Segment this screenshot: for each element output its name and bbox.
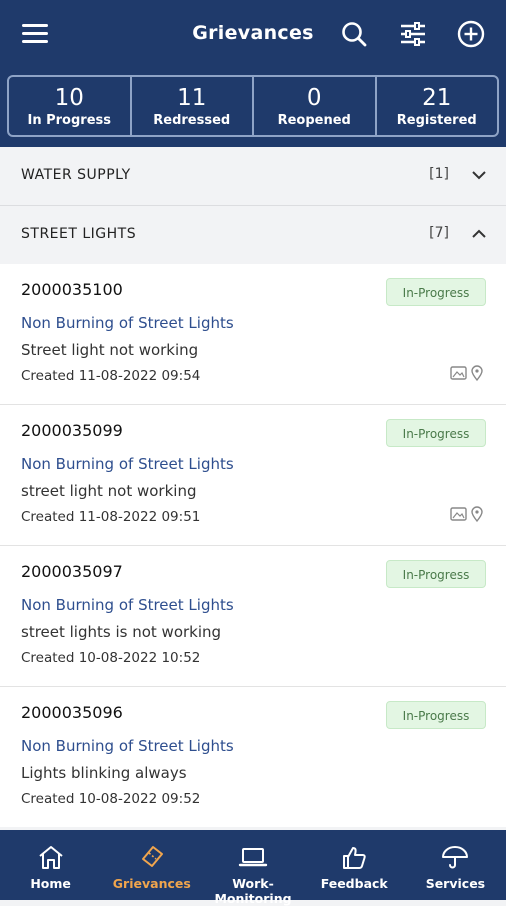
created-timestamp: Created 11-08-2022 09:51 xyxy=(21,509,201,525)
status-badge: In-Progress xyxy=(386,278,486,306)
stat-label: In Progress xyxy=(27,113,112,128)
grievance-category[interactable]: Non Burning of Street Lights xyxy=(21,455,234,473)
add-circle-icon[interactable] xyxy=(456,19,486,49)
status-badge: In-Progress xyxy=(386,419,486,447)
app-header: Grievances 10 In Progress 11 Redressed 0… xyxy=(0,0,506,148)
section-count: [1] xyxy=(429,166,449,182)
section-water-supply[interactable]: WATER SUPPLY [1] xyxy=(0,147,506,206)
nav-feedback[interactable]: Feedback xyxy=(304,830,405,900)
thumbs-up-icon xyxy=(343,847,366,869)
nav-services[interactable]: Services xyxy=(405,830,506,900)
grievance-category[interactable]: Non Burning of Street Lights xyxy=(21,314,234,332)
grievance-card[interactable]: 2000035097 In-Progress Non Burning of St… xyxy=(0,546,506,687)
nav-label: Work-Monitoring xyxy=(214,876,292,906)
section-count: [7] xyxy=(429,225,449,241)
section-title: STREET LIGHTS xyxy=(21,226,137,242)
grievance-description: street light not working xyxy=(21,482,197,500)
location-pin-icon xyxy=(471,506,483,523)
image-attachment-icon xyxy=(450,507,467,521)
chevron-down-icon[interactable] xyxy=(472,168,486,182)
page-title: Grievances xyxy=(192,22,314,44)
stat-count: 10 xyxy=(54,85,84,111)
section-street-lights[interactable]: STREET LIGHTS [7] xyxy=(0,206,506,265)
grievance-description: street lights is not working xyxy=(21,623,222,641)
nav-label: Grievances xyxy=(112,876,191,891)
stat-reopened[interactable]: 0 Reopened xyxy=(252,75,377,137)
nav-home[interactable]: Home xyxy=(0,830,101,900)
grievance-id: 2000035096 xyxy=(21,703,123,722)
ticket-icon xyxy=(141,846,163,867)
grievance-category[interactable]: Non Burning of Street Lights xyxy=(21,596,234,614)
umbrella-icon xyxy=(442,846,469,869)
stat-redressed[interactable]: 11 Redressed xyxy=(129,75,254,137)
stat-label: Redressed xyxy=(153,113,231,128)
sliders-filter-icon[interactable] xyxy=(398,19,428,49)
grievance-id: 2000035099 xyxy=(21,421,123,440)
grievance-card[interactable]: 2000035099 In-Progress Non Burning of St… xyxy=(0,405,506,546)
bottom-navigation: Home Grievances Work-Monitoring Feedback… xyxy=(0,830,506,906)
stat-count: 0 xyxy=(306,85,322,111)
search-icon[interactable] xyxy=(339,19,369,49)
section-title: WATER SUPPLY xyxy=(21,167,131,183)
grievance-card[interactable]: 2000035096 In-Progress Non Burning of St… xyxy=(0,687,506,827)
grievance-card[interactable]: 2000035100 In-Progress Non Burning of St… xyxy=(0,264,506,405)
top-bar: Grievances xyxy=(0,0,506,70)
status-badge: In-Progress xyxy=(386,701,486,729)
laptop-icon xyxy=(238,848,268,867)
created-timestamp: Created 11-08-2022 09:54 xyxy=(21,368,201,384)
attachments-icons xyxy=(450,506,483,523)
stat-count: 21 xyxy=(422,85,452,111)
grievance-id: 2000035097 xyxy=(21,562,123,581)
created-timestamp: Created 10-08-2022 10:52 xyxy=(21,650,201,666)
status-badge: In-Progress xyxy=(386,560,486,588)
attachments-icons xyxy=(450,365,483,382)
grievance-category[interactable]: Non Burning of Street Lights xyxy=(21,737,234,755)
created-timestamp: Created 10-08-2022 09:52 xyxy=(21,791,201,807)
stat-label: Registered xyxy=(396,113,477,128)
grievance-list: 2000035100 In-Progress Non Burning of St… xyxy=(0,264,506,827)
stat-in-progress[interactable]: 10 In Progress xyxy=(7,75,132,137)
status-summary: 10 In Progress 11 Redressed 0 Reopened 2… xyxy=(7,75,499,137)
nav-label: Feedback xyxy=(320,876,388,891)
grievance-id: 2000035100 xyxy=(21,280,123,299)
stat-label: Reopened xyxy=(277,113,351,128)
nav-label: Home xyxy=(30,876,71,891)
grievance-description: Lights blinking always xyxy=(21,764,187,782)
stat-count: 11 xyxy=(177,85,207,111)
nav-work-monitoring[interactable]: Work-Monitoring xyxy=(202,830,303,906)
nav-label: Services xyxy=(425,876,486,891)
location-pin-icon xyxy=(471,365,483,382)
home-icon xyxy=(38,846,63,869)
stat-registered[interactable]: 21 Registered xyxy=(374,75,499,137)
grievance-description: Street light not working xyxy=(21,341,199,359)
image-attachment-icon xyxy=(450,366,467,380)
nav-grievances[interactable]: Grievances xyxy=(101,830,202,900)
chevron-up-icon[interactable] xyxy=(472,227,486,241)
